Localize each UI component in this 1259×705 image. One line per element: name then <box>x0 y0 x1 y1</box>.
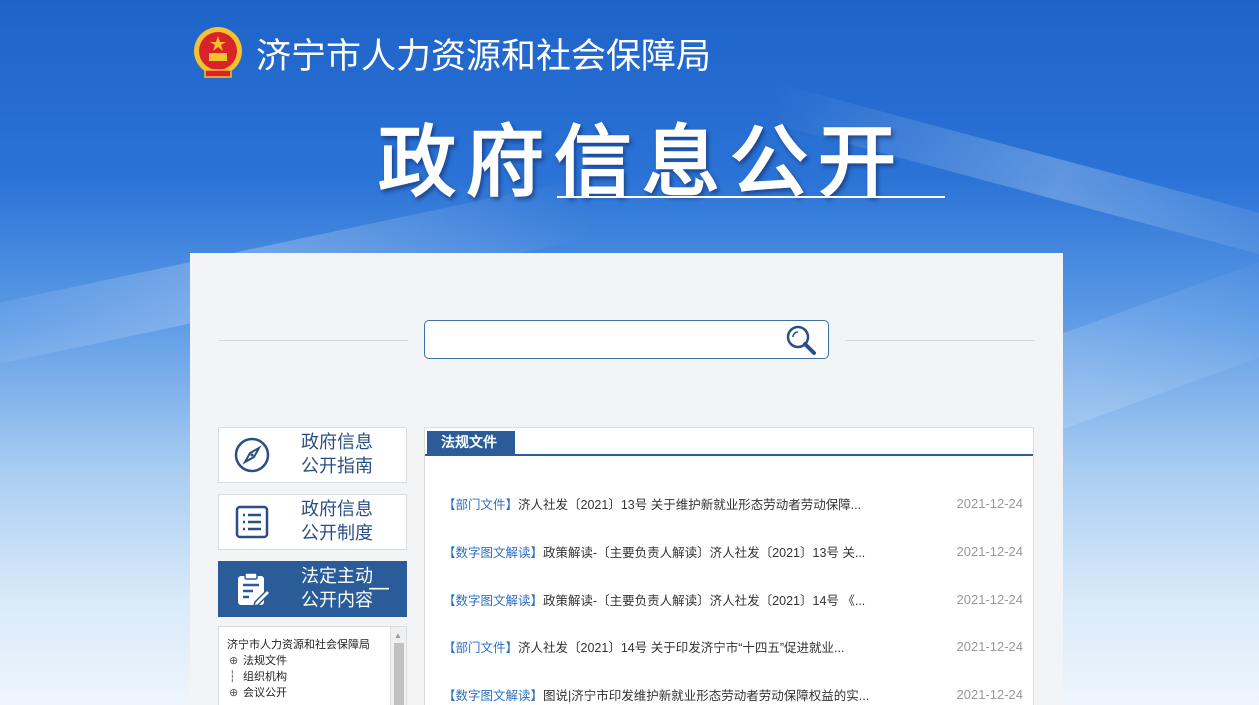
tree-node[interactable]: ┆ 组织机构 <box>227 669 406 685</box>
list-item[interactable]: 【数字图文解读】 政策解读-〔主要负责人解读〕济人社发〔2021〕14号 《..… <box>443 589 1023 609</box>
divider <box>845 340 1035 341</box>
list-item[interactable]: 【部门文件】 济人社发〔2021〕14号 关于印发济宁市“十四五”促进就业...… <box>443 636 1023 656</box>
national-emblem-icon <box>194 27 242 78</box>
sidebar-item-guide[interactable]: 政府信息 公开指南 <box>218 427 407 483</box>
category-tree: 济宁市人力资源和社会保障局 ⊕ 法规文件 ┆ 组织机构 ⊕ 会议公开 ▲ <box>218 626 407 705</box>
main-panel: 政府信息 公开指南 政府信息 公开制度 法定主动 公开内容 — 济宁市人力资源和… <box>190 253 1063 705</box>
list-item[interactable]: 【数字图文解读】 政策解读-〔主要负责人解读〕济人社发〔2021〕13号 关..… <box>443 541 1023 561</box>
sidebar-item-label: 政府信息 公开制度 <box>301 499 373 544</box>
search-box <box>424 320 829 359</box>
expand-icon[interactable]: ⊕ <box>229 653 243 669</box>
tree-node[interactable]: ⊕ 法规文件 <box>227 653 406 669</box>
tree-root[interactable]: 济宁市人力资源和社会保障局 <box>227 637 379 653</box>
divider <box>218 340 408 341</box>
list-item[interactable]: 【数字图文解读】 图说|济宁市印发维护新就业形态劳动者劳动保障权益的实... 2… <box>443 684 1023 704</box>
site-header: 济宁市人力资源和社会保障局 <box>192 26 711 80</box>
expand-icon[interactable]: ⊕ <box>229 685 243 701</box>
search-input[interactable] <box>425 321 775 358</box>
tab-regulations[interactable]: 法规文件 <box>427 431 515 456</box>
scroll-thumb[interactable] <box>394 643 404 705</box>
tree-line-icon: ┆ <box>229 671 236 683</box>
sidebar-item-label: 政府信息 公开指南 <box>301 432 373 477</box>
content-panel: 法规文件 【部门文件】 济人社发〔2021〕13号 关于维护新就业形态劳动者劳动… <box>424 427 1034 705</box>
site-name: 济宁市人力资源和社会保障局 <box>256 36 712 77</box>
sidebar-item-system[interactable]: 政府信息 公开制度 <box>218 494 407 550</box>
list-item[interactable]: 【部门文件】 济人社发〔2021〕13号 关于维护新就业形态劳动者劳动保障...… <box>443 493 1023 513</box>
scrollbar[interactable]: ▲ <box>390 627 406 705</box>
search-icon[interactable] <box>785 324 818 357</box>
tree-node[interactable]: ⊕ 会议公开 <box>227 685 406 701</box>
title-underline <box>557 196 945 198</box>
sidebar-item-label: 法定主动 公开内容 <box>301 566 373 611</box>
tab-bar: 法规文件 <box>425 428 1033 456</box>
scroll-up-icon[interactable]: ▲ <box>394 631 402 640</box>
compass-icon <box>234 437 270 473</box>
list-document-icon <box>235 505 269 539</box>
sidebar-item-statutory-content[interactable]: 法定主动 公开内容 — <box>218 561 407 617</box>
clipboard-edit-icon <box>238 572 271 608</box>
collapse-toggle[interactable]: — <box>368 576 390 601</box>
